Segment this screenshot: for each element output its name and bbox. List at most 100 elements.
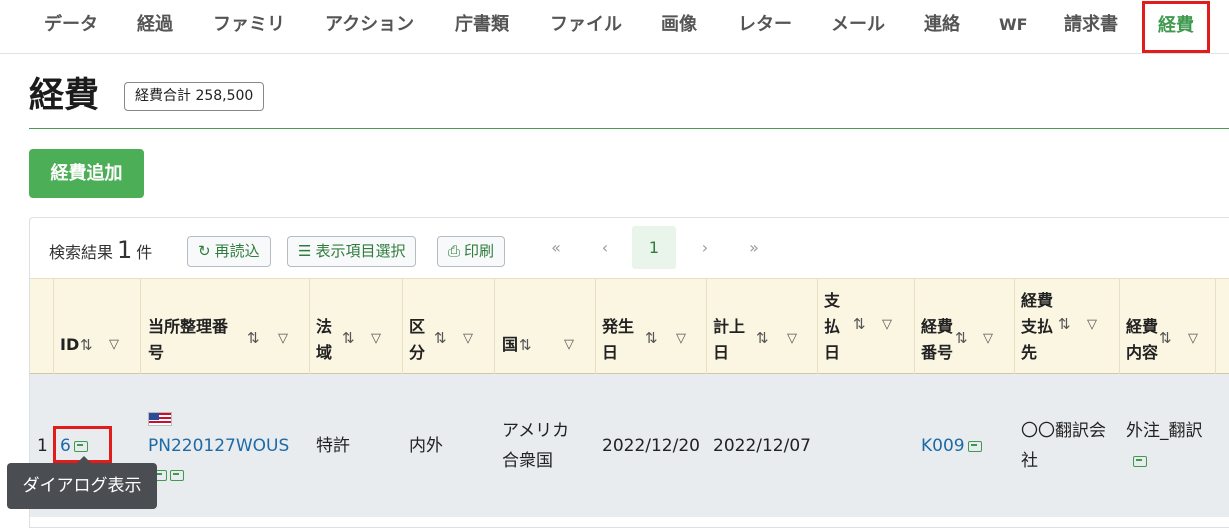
open-dialog-icon[interactable] xyxy=(967,440,982,452)
filter-icon[interactable]: ▽ xyxy=(109,337,119,353)
select-columns-button-label: 表示項目選択 xyxy=(315,242,406,260)
country-cell-line2: 合衆国 xyxy=(502,451,553,471)
sort-icon[interactable]: ⇅ xyxy=(756,330,769,346)
col-sep xyxy=(309,278,310,374)
payee-cell-line2: 社 xyxy=(1021,451,1038,471)
header-law-line1: 法 xyxy=(316,317,333,336)
header-expense-no-line1: 経費 xyxy=(921,317,954,336)
header-payee-line1: 経費 xyxy=(1021,291,1054,310)
header-ref-no-line1: 当所整理番 xyxy=(148,317,229,336)
tab-wf[interactable]: WF xyxy=(999,0,1028,50)
tab-office-docs[interactable]: 庁書類 xyxy=(455,0,509,50)
filter-icon[interactable]: ▽ xyxy=(371,331,381,347)
sort-icon[interactable]: ⇅ xyxy=(645,330,658,346)
filter-icon[interactable]: ▽ xyxy=(564,337,574,353)
header-content-line2: 内容 xyxy=(1126,343,1159,362)
header-issue-date-line2: 日 xyxy=(602,343,619,362)
open-dialog-icon[interactable] xyxy=(1133,455,1147,467)
header-id: ID xyxy=(60,335,80,354)
sort-icon[interactable]: ⇅ xyxy=(519,337,532,353)
reload-icon: ↻ xyxy=(198,242,211,260)
tab-contact[interactable]: 連絡 xyxy=(924,0,960,50)
header-payee-line3: 先 xyxy=(1021,343,1038,362)
tab-history[interactable]: 経過 xyxy=(137,0,173,50)
print-button-label: 印刷 xyxy=(464,242,495,260)
country-cell-line1: アメリカ xyxy=(502,421,570,441)
ref-no-link[interactable]: PN220127WOUS xyxy=(148,431,289,461)
header-pay-date-line1: 支 xyxy=(824,291,841,310)
page-last-button[interactable]: » xyxy=(738,226,770,269)
col-sep xyxy=(402,278,403,374)
header-issue-date-line1: 発生 xyxy=(602,317,635,336)
sort-icon[interactable]: ⇅ xyxy=(1159,330,1172,346)
printer-icon: ⎙ xyxy=(448,242,461,260)
header-pay-date-line3: 日 xyxy=(824,343,841,362)
tab-image[interactable]: 画像 xyxy=(661,0,697,50)
result-count-prefix: 検索結果 xyxy=(49,243,114,262)
filter-icon[interactable]: ▽ xyxy=(463,331,473,347)
expense-total-badge: 経費合計 258,500 xyxy=(124,82,265,111)
tab-mail[interactable]: メール xyxy=(831,0,885,50)
page-first-button[interactable]: « xyxy=(540,226,572,269)
col-sep xyxy=(817,278,818,374)
tab-action[interactable]: アクション xyxy=(325,0,414,50)
header-record-date-line1: 計上 xyxy=(713,317,746,336)
sort-icon[interactable]: ⇅ xyxy=(434,330,447,346)
sort-icon[interactable]: ⇅ xyxy=(955,330,968,346)
select-columns-button[interactable]: ☰ 表示項目選択 xyxy=(287,236,417,267)
us-flag-icon xyxy=(148,412,172,426)
filter-icon[interactable]: ▽ xyxy=(1188,331,1198,347)
expense-no-link[interactable]: K009 xyxy=(921,431,982,461)
col-sep xyxy=(53,278,54,374)
page-current-button[interactable]: 1 xyxy=(632,226,676,269)
header-ref-no-line2: 号 xyxy=(148,343,165,362)
result-count-suffix: 件 xyxy=(136,243,153,262)
page-prev-button[interactable]: ‹ xyxy=(590,226,620,269)
tab-bar: データ 経過 ファミリ アクション 庁書類 ファイル 画像 レター メール 連絡… xyxy=(0,0,1229,54)
col-sep xyxy=(595,278,596,374)
issue-date-cell: 2022/12/20 xyxy=(602,436,700,456)
header-pay-date-line2: 払 xyxy=(824,317,841,336)
col-sep xyxy=(1119,278,1120,374)
filter-icon[interactable]: ▽ xyxy=(787,331,797,347)
header-record-date-line2: 日 xyxy=(713,343,730,362)
filter-icon[interactable]: ▽ xyxy=(676,331,686,347)
sort-icon[interactable]: ⇅ xyxy=(342,330,355,346)
header-expense-no-line2: 番号 xyxy=(921,343,954,362)
list-check-icon: ☰ xyxy=(298,242,312,260)
header-content-line1: 経費 xyxy=(1126,317,1159,336)
header-payee-line2: 支払 xyxy=(1021,317,1054,336)
header-type-line1: 区 xyxy=(409,317,426,336)
filter-icon[interactable]: ▽ xyxy=(278,331,288,347)
sort-icon[interactable]: ⇅ xyxy=(1058,316,1071,332)
col-sep xyxy=(1215,278,1216,374)
reload-button[interactable]: ↻ 再読込 xyxy=(187,236,271,267)
tab-family[interactable]: ファミリ xyxy=(213,0,285,50)
tab-data[interactable]: データ xyxy=(44,0,98,50)
tab-file[interactable]: ファイル xyxy=(550,0,622,50)
header-type-line2: 分 xyxy=(409,343,426,362)
filter-icon[interactable]: ▽ xyxy=(983,331,993,347)
type-cell: 内外 xyxy=(409,436,443,456)
reload-button-label: 再読込 xyxy=(214,242,260,260)
sort-icon[interactable]: ⇅ xyxy=(853,316,866,332)
sort-icon[interactable]: ⇅ xyxy=(247,330,260,346)
result-count: 検索結果 1 件 xyxy=(49,233,152,267)
filter-icon[interactable]: ▽ xyxy=(882,317,892,333)
page-title: 経費 xyxy=(29,76,100,116)
filter-icon[interactable]: ▽ xyxy=(1087,317,1097,333)
tab-expense[interactable]: 経費 xyxy=(1142,1,1210,53)
sort-icon[interactable]: ⇅ xyxy=(80,337,93,353)
header-law-line2: 域 xyxy=(316,343,333,362)
content-cell: 外注_翻訳 xyxy=(1126,421,1203,441)
payee-cell-line1: 〇〇翻訳会 xyxy=(1021,421,1106,441)
tab-letter[interactable]: レター xyxy=(738,0,792,50)
print-button[interactable]: ⎙ 印刷 xyxy=(437,236,506,267)
add-expense-button[interactable]: 経費追加 xyxy=(29,149,144,198)
window-icon[interactable] xyxy=(170,469,184,481)
record-date-cell: 2022/12/07 xyxy=(713,436,811,456)
page-next-button[interactable]: › xyxy=(690,226,720,269)
tab-invoice[interactable]: 請求書 xyxy=(1064,0,1118,50)
title-divider xyxy=(29,128,1229,129)
header-country: 国 xyxy=(502,335,519,354)
